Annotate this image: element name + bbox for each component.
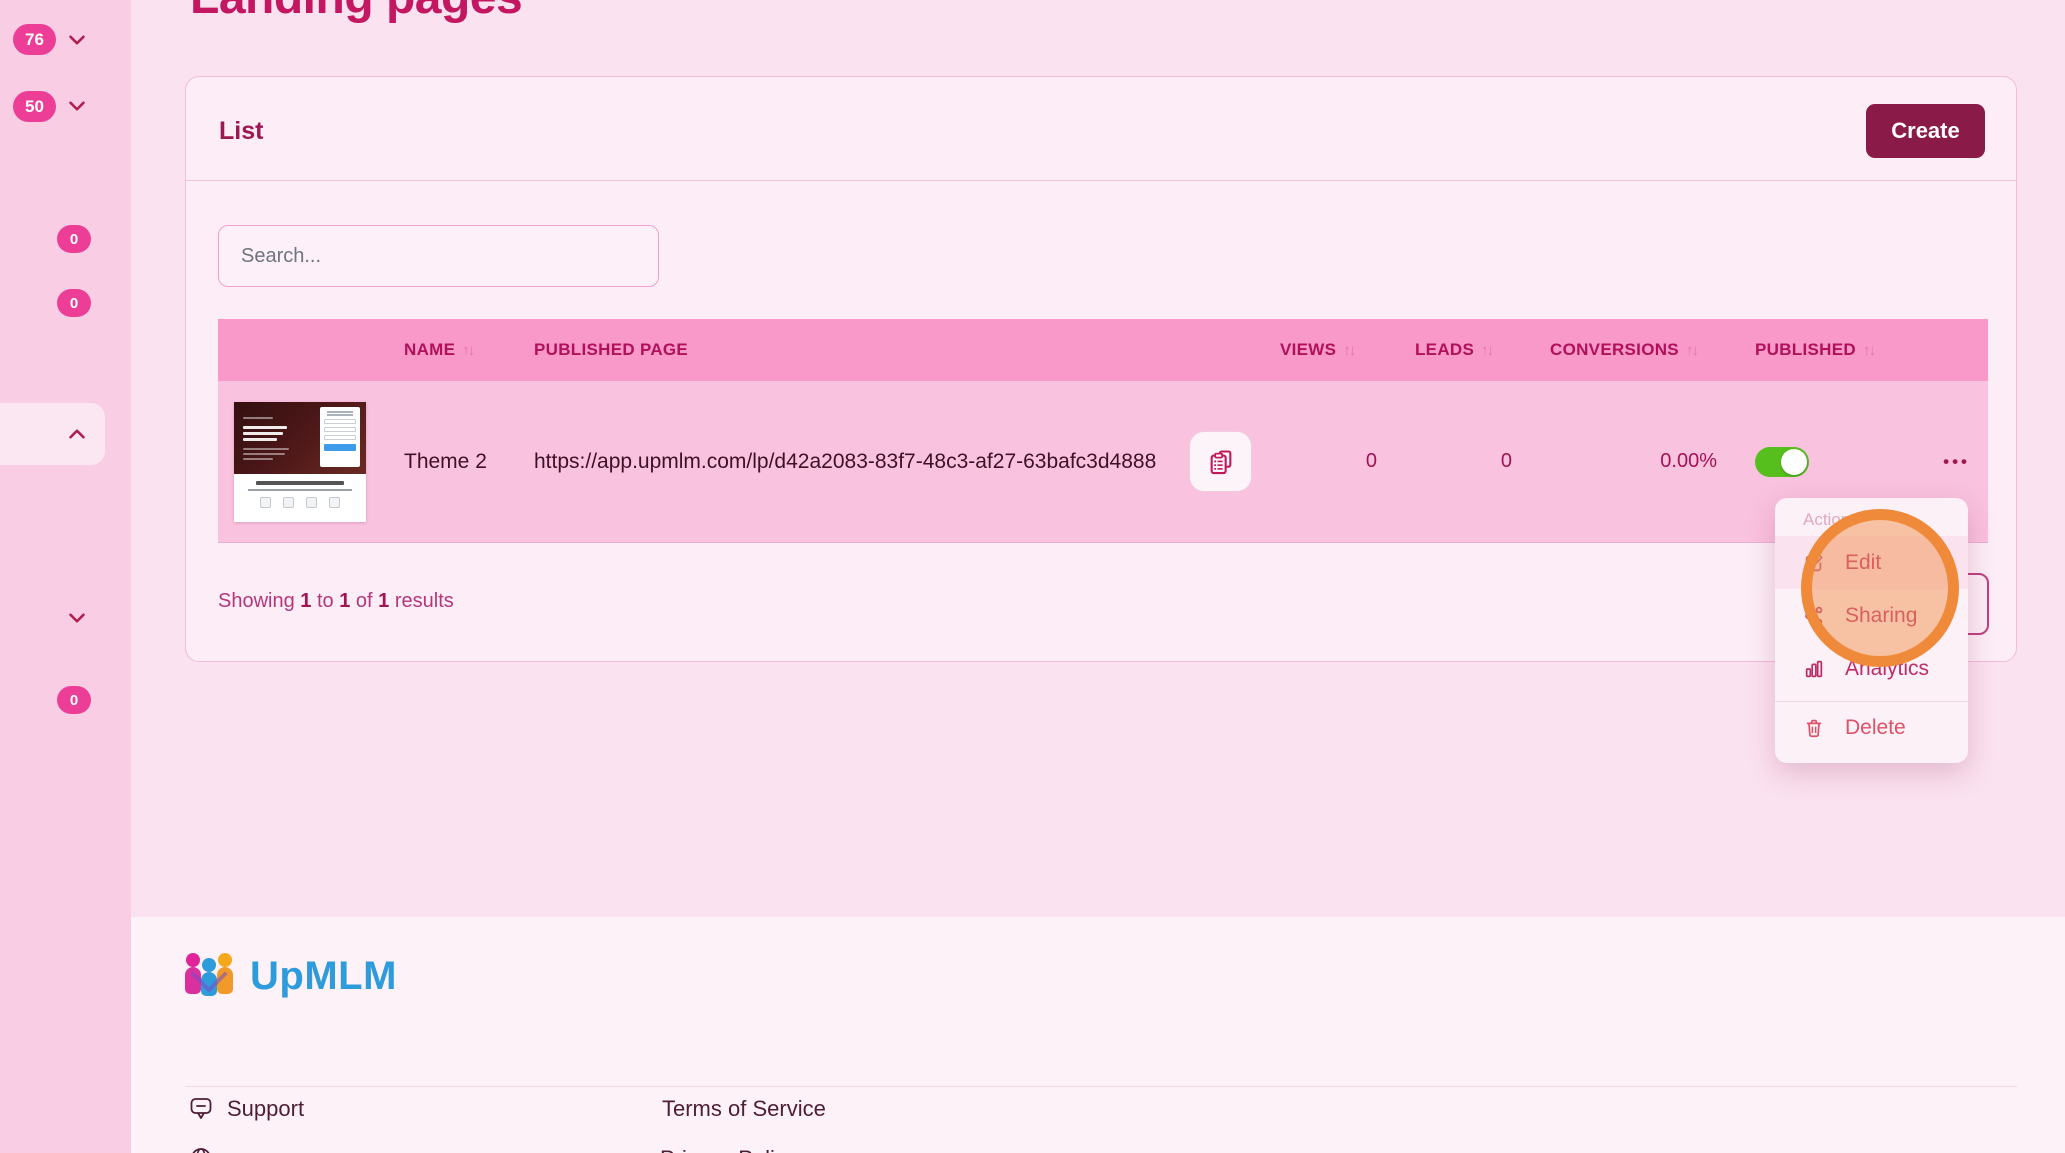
header-published-page: PUBLISHED PAGE — [518, 340, 1256, 360]
row-name: Theme 2 — [391, 450, 518, 474]
row-actions-ellipsis-button[interactable]: ••• — [1943, 453, 1970, 470]
toggle-knob — [1781, 449, 1807, 475]
table-header-row: NAME↑↓ PUBLISHED PAGE VIEWS↑↓ LEADS↑↓ CO… — [218, 319, 1988, 381]
upmlm-logo-icon — [180, 950, 238, 1002]
footer-link-language[interactable] — [189, 1146, 213, 1153]
chevron-down-icon[interactable] — [64, 27, 90, 53]
header-published[interactable]: PUBLISHED↑↓ — [1731, 340, 1871, 360]
thumbnail-body — [234, 481, 366, 522]
chevron-down-icon[interactable] — [64, 93, 90, 119]
published-toggle-on[interactable] — [1755, 447, 1809, 477]
results-summary: Showing 1 to 1 of 1 results — [218, 590, 454, 613]
menu-item-edit[interactable]: Edit — [1775, 536, 1968, 589]
copy-url-button[interactable] — [1189, 431, 1252, 492]
row-conversions: 0.00% — [1526, 450, 1731, 473]
search-input[interactable] — [218, 225, 659, 287]
sort-icon[interactable]: ↑↓ — [1686, 342, 1697, 359]
sort-icon[interactable]: ↑↓ — [1481, 342, 1492, 359]
count-badge: 0 — [57, 686, 91, 714]
card-title: List — [219, 117, 263, 146]
table-row: Theme 2 https://app.upmlm.com/lp/d42a208… — [218, 381, 1988, 543]
actions-menu: Actions Edit Sharing Anal — [1775, 498, 1968, 763]
landing-page-thumbnail — [234, 402, 366, 522]
count-badge: 50 — [13, 91, 56, 122]
card-header-divider — [186, 180, 2016, 181]
actions-menu-label: Actions — [1775, 506, 1968, 536]
header-views[interactable]: VIEWS↑↓ — [1256, 340, 1391, 360]
chevron-up-icon[interactable] — [64, 421, 90, 447]
brand-name: UpMLM — [250, 954, 397, 999]
count-badge: 0 — [57, 289, 91, 317]
count-badge: 76 — [13, 24, 56, 55]
header-name[interactable]: NAME↑↓ — [391, 340, 518, 360]
footer — [131, 917, 2065, 1153]
sort-icon[interactable]: ↑↓ — [1863, 342, 1874, 359]
footer-link-privacy[interactable]: Privacy Policy — [660, 1146, 797, 1153]
brand-logo[interactable]: UpMLM — [180, 950, 397, 1002]
footer-divider — [185, 1086, 2017, 1087]
edit-icon — [1803, 552, 1825, 574]
sidebar: 76 50 0 0 0 — [0, 0, 131, 1153]
sidebar-item-active[interactable] — [0, 403, 105, 465]
menu-item-analytics[interactable]: Analytics — [1775, 642, 1968, 695]
footer-link-terms[interactable]: Terms of Service — [662, 1096, 826, 1122]
header-conversions[interactable]: CONVERSIONS↑↓ — [1526, 340, 1731, 360]
chevron-down-icon[interactable] — [64, 605, 90, 631]
footer-link-support[interactable]: Support — [189, 1096, 304, 1122]
support-chat-icon — [189, 1096, 213, 1122]
row-views: 0 — [1256, 450, 1391, 473]
header-leads[interactable]: LEADS↑↓ — [1391, 340, 1526, 360]
menu-item-delete[interactable]: Delete — [1775, 701, 1968, 753]
row-published-url: https://app.upmlm.com/lp/d42a2083-83f7-4… — [534, 450, 1156, 474]
row-leads: 0 — [1391, 450, 1526, 473]
sort-icon[interactable]: ↑↓ — [462, 342, 473, 359]
clipboard-copy-icon — [1207, 448, 1235, 476]
create-button[interactable]: Create — [1866, 104, 1985, 158]
share-icon — [1803, 605, 1825, 627]
landing-pages-table: NAME↑↓ PUBLISHED PAGE VIEWS↑↓ LEADS↑↓ CO… — [218, 319, 1988, 543]
globe-icon — [189, 1146, 213, 1153]
bar-chart-icon — [1803, 658, 1825, 680]
landing-pages-screen: Landing pages 76 50 0 0 0 List Cr — [0, 0, 2065, 1153]
trash-icon — [1803, 717, 1825, 739]
thumbnail-form — [320, 407, 360, 467]
thumbnail-hero — [234, 402, 366, 474]
count-badge: 0 — [57, 225, 91, 253]
list-card: List Create NAME↑↓ PUBLISHED PAGE VIEWS↑… — [185, 76, 2017, 662]
sort-icon[interactable]: ↑↓ — [1343, 342, 1354, 359]
menu-item-sharing[interactable]: Sharing — [1775, 589, 1968, 642]
page-title: Landing pages — [190, 0, 522, 25]
